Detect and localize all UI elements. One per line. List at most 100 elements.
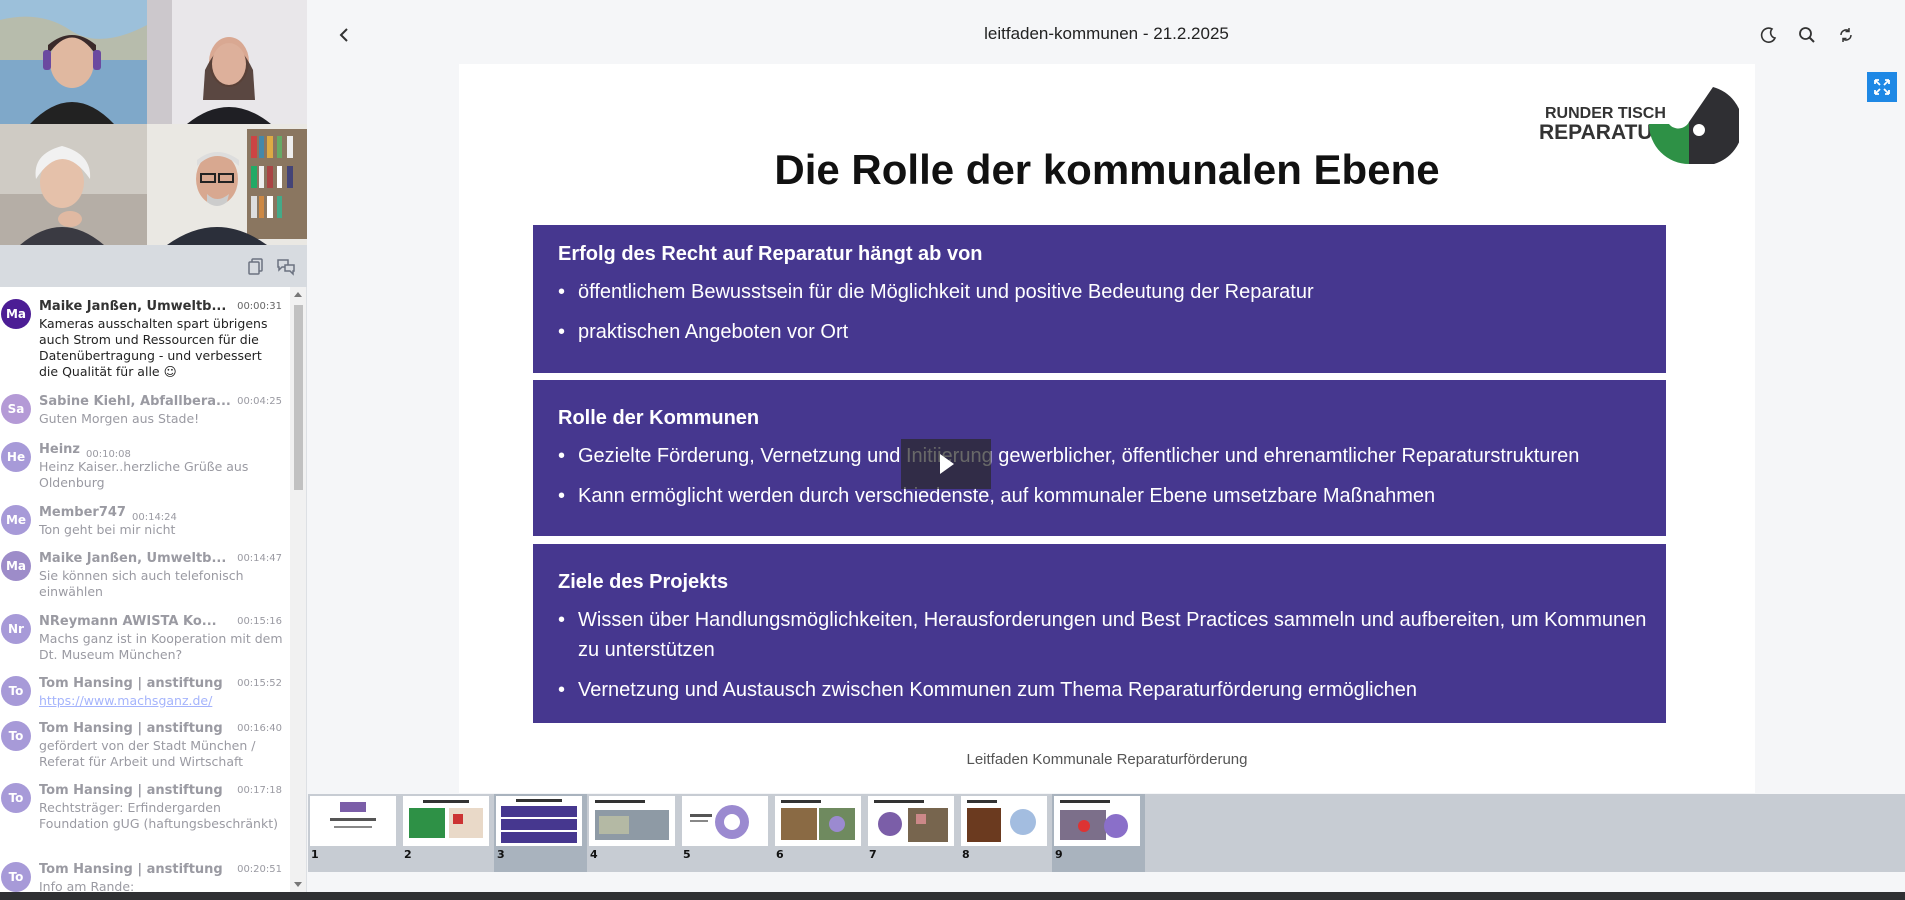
message-text: Rechtsträger: Erfindergarden Foundation … [39,800,278,831]
message-time: 00:16:40 [237,723,282,734]
viewer-bottom-area [308,872,1905,892]
chat-message: To Tom Hansing | anstiftung 00:15:52 http… [0,676,290,709]
message-text: Heinz Kaiser..herzliche Grüße aus Oldenb… [39,459,249,490]
avatar: Ma [1,299,31,329]
chat-messages[interactable]: Ma Maike Janßen, Umweltb... 00:00:31 Kame… [0,287,290,892]
app-window: Ma Maike Janßen, Umweltb... 00:00:31 Kame… [0,0,1905,900]
message-author: Tom Hansing | anstiftung [39,862,223,877]
message-time: 00:14:47 [237,553,282,564]
message-text: Info am Rande: [39,879,135,892]
message-text: Machs ganz ist in Kooperation mit dem Dt… [39,631,283,662]
message-time: 00:14:24 [131,512,177,523]
video-tile-3[interactable] [0,124,147,245]
thumbnail-page-5[interactable]: 5 [680,794,773,872]
video-tile-1[interactable] [0,0,147,124]
video-grid [0,0,307,245]
message-text: Guten Morgen aus Stade! [39,411,200,426]
chat-message: To Tom Hansing | anstiftung 00:17:18 Rech… [0,783,290,832]
dark-mode-moon-icon[interactable] [1760,26,1778,44]
content-box-2: Rolle der Kommunen Gezielte Förderung, V… [533,380,1666,536]
box-heading: Rolle der Kommunen [558,407,760,429]
bullet-item: Kann ermöglicht werden durch verschieden… [558,481,1648,511]
slide-footer: Leitfaden Kommunale Reparaturförderung [966,751,1248,768]
chat-message: To Tom Hansing | anstiftung 00:20:51 Info… [0,862,290,892]
bullet-item: Vernetzung und Austausch zwischen Kommun… [558,675,1648,705]
message-author: Tom Hansing | anstiftung [39,721,223,736]
message-time: 00:10:08 [85,449,131,460]
page-number: 7 [869,848,877,861]
scroll-down-icon[interactable] [294,882,302,887]
chat-message: Nr NReymann AWISTA Ko... 00:15:16 Machs g… [0,614,290,663]
chat-message: Ma Maike Janßen, Umweltb... 00:14:47 Sie … [0,551,290,600]
message-text: Ton geht bei mir nicht [39,522,176,537]
search-icon[interactable] [1798,26,1816,44]
chat-message: To Tom Hansing | anstiftung 00:16:40 gefö… [0,721,290,770]
box-heading: Erfolg des Recht auf Reparatur hängt ab … [558,243,983,265]
avatar: Ma [1,551,31,581]
svg-text:RUNDER TISCH: RUNDER TISCH [1545,105,1666,122]
thumbnail-page-4[interactable]: 4 [587,794,680,872]
sync-icon[interactable] [1837,26,1855,44]
thumbnail-page-1[interactable]: 1 [308,794,401,872]
message-text: Sie können sich auch telefonisch einwähl… [39,568,244,599]
message-author: Tom Hansing | anstiftung [39,783,223,798]
play-button[interactable] [901,439,991,489]
avatar: To [1,862,31,892]
message-author: NReymann AWISTA Ko... [39,614,217,629]
page-number: 6 [776,848,784,861]
message-author: Sabine Kiehl, Abfallbera... [39,394,231,409]
thumbnail-page-8[interactable]: 8 [959,794,1052,872]
viewer-header: leitfaden-kommunen - 21.2.2025 [308,4,1905,66]
slide-thumbnail-strip: 1 2 3 4 5 6 7 8 9 [308,794,1905,872]
bullet-item: praktischen Angeboten vor Ort [558,317,1648,347]
chat-toolbar [0,245,307,287]
chat-message: Sa Sabine Kiehl, Abfallbera... 00:04:25 G… [0,394,290,427]
avatar: Nr [1,614,31,644]
message-author: Maike Janßen, Umweltb... [39,299,227,314]
message-time: 00:15:52 [237,678,282,689]
chat-message: He Heinz 00:10:08 Heinz Kaiser..herzliche… [0,442,290,491]
message-time: 00:15:16 [237,616,282,627]
page-number: 2 [404,848,412,861]
message-author: Heinz [39,442,80,457]
avatar: To [1,721,31,751]
thumbnail-page-2[interactable]: 2 [401,794,494,872]
message-time: 00:17:18 [237,785,282,796]
svg-text:REPARATUR: REPARATUR [1539,121,1668,144]
bottom-bar [0,892,1905,900]
thumbnail-page-6[interactable]: 6 [773,794,866,872]
avatar: He [1,442,31,472]
left-panel: Ma Maike Janßen, Umweltb... 00:00:31 Kame… [0,0,307,892]
chat-bubbles-icon[interactable] [276,256,296,276]
message-link[interactable]: https://www.machsganz.de/ [39,693,212,708]
video-tile-2[interactable] [147,0,307,124]
video-tile-4[interactable] [147,124,307,245]
page-number: 5 [683,848,691,861]
document-title: leitfaden-kommunen - 21.2.2025 [984,24,1229,43]
avatar: Sa [1,394,31,424]
scroll-up-icon[interactable] [294,292,302,297]
thumbnail-page-9[interactable]: 9 [1052,794,1145,872]
message-author: Maike Janßen, Umweltb... [39,551,227,566]
fullscreen-expand-icon[interactable] [1867,72,1897,102]
scrollbar-thumb[interactable] [294,305,303,490]
copy-icon[interactable] [246,256,266,276]
content-box-3: Ziele des Projekts Wissen über Handlungs… [533,544,1666,723]
thumbnail-page-3[interactable]: 3 [494,794,587,872]
bullet-item: Wissen über Handlungsmöglichkeiten, Hera… [558,605,1648,665]
slide-title: Die Rolle der kommunalen Ebene [774,146,1440,193]
presentation-slide: RUNDER TISCH REPARATUR Die Rolle der kom… [459,64,1755,793]
message-text: gefördert von der Stadt München / Refera… [39,738,256,769]
message-author: Member747 [39,505,126,520]
chat-message: Me Member747 00:14:24 Ton geht bei mir ni… [0,505,290,538]
message-time: 00:04:25 [237,396,282,407]
chat-scrollbar[interactable] [290,287,306,892]
page-number: 4 [590,848,598,861]
page-number: 9 [1055,848,1063,861]
thumbnail-page-7[interactable]: 7 [866,794,959,872]
message-time: 00:20:51 [237,864,282,875]
message-time: 00:00:31 [237,301,282,312]
message-text: Kameras ausschalten spart übrigens auch … [39,316,268,379]
page-number: 8 [962,848,970,861]
avatar: To [1,783,31,813]
